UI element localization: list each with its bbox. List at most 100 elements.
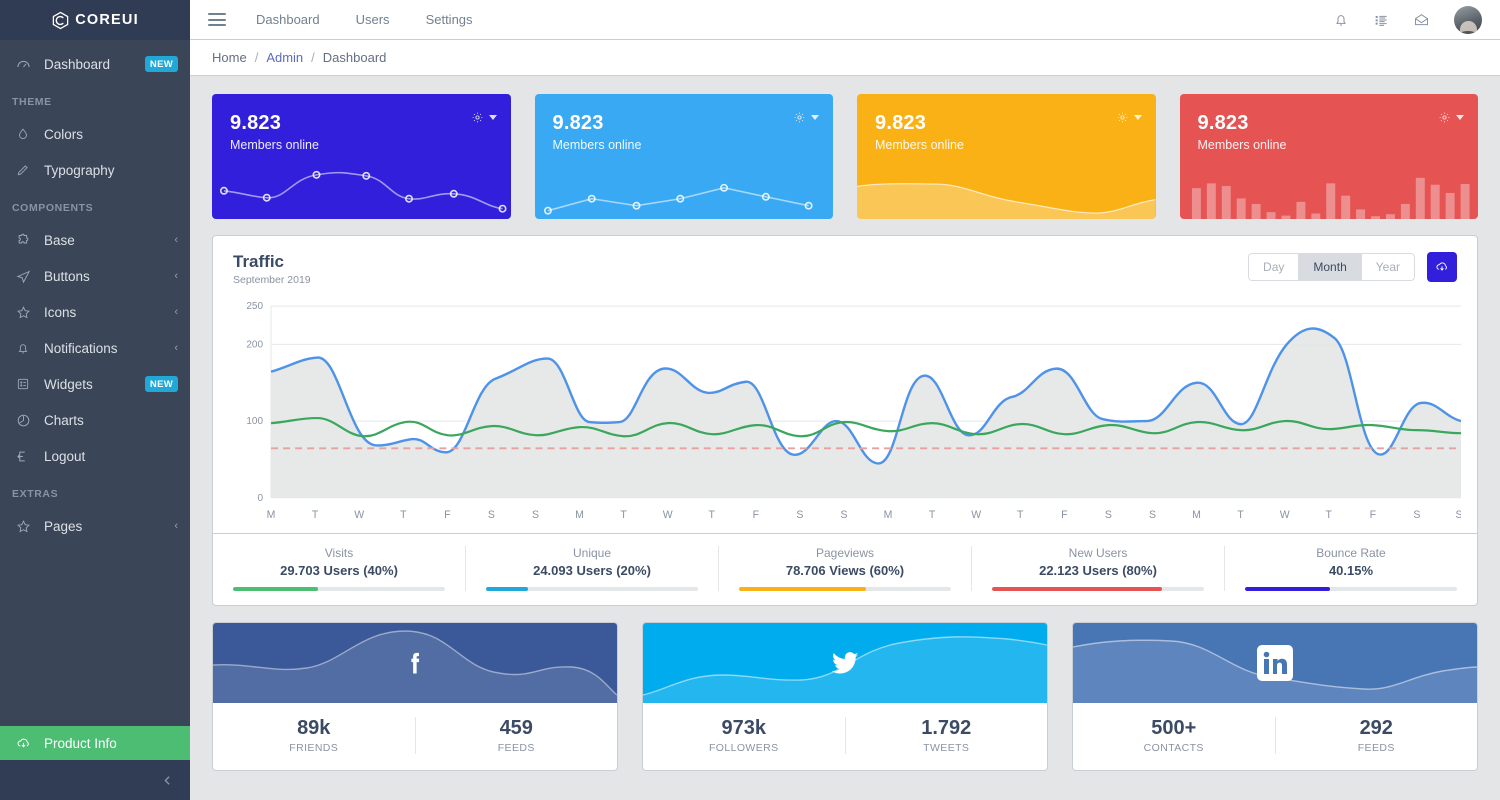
progress-bar [739,587,951,591]
sidebar-product-info[interactable]: Product Info [0,726,190,760]
cloud-download-icon [1435,260,1449,274]
svg-text:S: S [796,509,803,521]
chevron-down-icon [1456,115,1464,120]
sidebar-item-label: Base [44,233,168,248]
range-button-year[interactable]: Year [1361,253,1415,281]
sidebar-item-icons[interactable]: Icons ‹ [0,294,190,330]
envelope-open-icon[interactable] [1413,12,1430,28]
svg-text:S: S [532,509,539,521]
widget-settings-dropdown[interactable] [471,111,497,124]
widget-area-chart [857,167,1156,219]
stat-value: 29.703 Users (40%) [233,563,445,578]
chevron-left-icon [161,774,174,787]
topnav-item-dashboard[interactable]: Dashboard [256,12,320,27]
main-area: Dashboard Users Settings Home / Admin / … [190,0,1500,800]
traffic-actions: Day Month Year [1248,252,1457,282]
social-stat-value: 500+ [1073,717,1275,740]
topnav-item-users[interactable]: Users [356,12,390,27]
hamburger-icon[interactable] [208,10,226,30]
coreui-hexagon-logo-icon [51,11,70,30]
stat-label: Unique [486,546,698,560]
social-stat-caption: TWEETS [846,742,1048,754]
traffic-header: Traffic September 2019 Day Month Year [213,236,1477,290]
social-card-twitter: 973k FOLLOWERS 1.792 TWEETS [642,622,1048,771]
progress-bar [486,587,698,591]
sidebar-item-widgets[interactable]: Widgets NEW [0,366,190,402]
sidebar-nav: Dashboard NEW THEME Colors Typography CO… [0,40,190,726]
traffic-line-chart-svg: 250 200 100 0 [229,296,1461,528]
stat-value: 24.093 Users (20%) [486,563,698,578]
sidebar-item-label: Charts [44,413,178,428]
brand[interactable]: COREUI [0,0,190,40]
social-card-stats: 89k FRIENDS 459 FEEDS [213,703,617,770]
social-stat-caption: FEEDS [1276,742,1478,754]
sidebar-item-buttons[interactable]: Buttons ‹ [0,258,190,294]
social-stat-value: 973k [643,717,845,740]
facebook-icon [401,646,429,680]
calculator-icon [12,377,34,391]
sidebar-item-base[interactable]: Base ‹ [0,222,190,258]
range-button-month[interactable]: Month [1298,253,1361,281]
sidebar-section-title-extras: EXTRAS [0,474,190,508]
sidebar-item-label: Logout [44,449,178,464]
svg-text:T: T [312,509,319,521]
social-card-facebook: 89k FRIENDS 459 FEEDS [212,622,618,771]
chevron-left-icon: ‹ [174,270,178,282]
stat-pageviews: Pageviews 78.706 Views (60%) [718,546,971,591]
page-title: Traffic [233,252,311,272]
sidebar-item-dashboard[interactable]: Dashboard NEW [0,46,190,82]
sidebar-minimizer[interactable] [0,760,190,800]
sidebar-product-info-label: Product Info [44,736,117,751]
sidebar: COREUI Dashboard NEW THEME Colors [0,0,190,800]
range-button-day[interactable]: Day [1248,253,1299,281]
chevron-left-icon: ‹ [174,520,178,532]
breadcrumb-item-admin[interactable]: Admin [266,50,303,65]
svg-text:F: F [444,509,451,521]
widget-settings-dropdown[interactable] [1438,111,1464,124]
stat-new-users: New Users 22.123 Users (80%) [971,546,1224,591]
traffic-subtitle: September 2019 [233,274,311,286]
svg-text:W: W [971,509,981,521]
topnav-item-settings[interactable]: Settings [426,12,473,27]
avatar[interactable] [1454,6,1482,34]
breadcrumb-separator: / [311,50,315,65]
widget-settings-dropdown[interactable] [1116,111,1142,124]
progress-fill [992,587,1162,591]
sidebar-item-logout[interactable]: Logout [0,438,190,474]
bell-icon[interactable] [1333,12,1349,28]
progress-fill [233,587,318,591]
top-navbar: Dashboard Users Settings [190,0,1500,40]
sidebar-item-pages[interactable]: Pages ‹ [0,508,190,544]
download-button[interactable] [1427,252,1457,282]
stat-value: 78.706 Views (60%) [739,563,951,578]
svg-text:T: T [1326,509,1333,521]
range-button-group: Day Month Year [1248,253,1415,281]
social-stat: 500+ CONTACTS [1073,717,1275,754]
pie-chart-icon [12,413,34,428]
page-content: 9.823 Members online 9 [190,76,1500,800]
sidebar-item-charts[interactable]: Charts [0,402,190,438]
sidebar-item-label: Widgets [44,377,145,392]
stat-value: 22.123 Users (80%) [992,563,1204,578]
list-icon[interactable] [1373,12,1389,28]
droplet-icon [12,127,34,142]
widget-value: 9.823 [212,94,511,135]
sidebar-item-typography[interactable]: Typography [0,152,190,188]
widget-sparkline-chart [212,149,511,219]
twitter-icon [826,647,864,679]
widget-settings-dropdown[interactable] [793,111,819,124]
widget-bar-chart [1180,171,1479,219]
sidebar-item-label: Pages [44,519,168,534]
sidebar-item-notifications[interactable]: Notifications ‹ [0,330,190,366]
sidebar-item-colors[interactable]: Colors [0,116,190,152]
star-icon [12,305,34,320]
gear-icon [1116,111,1129,124]
stat-label: Bounce Rate [1245,546,1457,560]
svg-text:S: S [1413,509,1420,521]
widget-card-members-online-warning: 9.823 Members online [857,94,1156,219]
sidebar-item-label: Icons [44,305,168,320]
svg-text:S: S [840,509,847,521]
svg-text:F: F [1370,509,1377,521]
traffic-card: Traffic September 2019 Day Month Year [212,235,1478,606]
social-stat-value: 1.792 [846,717,1048,740]
